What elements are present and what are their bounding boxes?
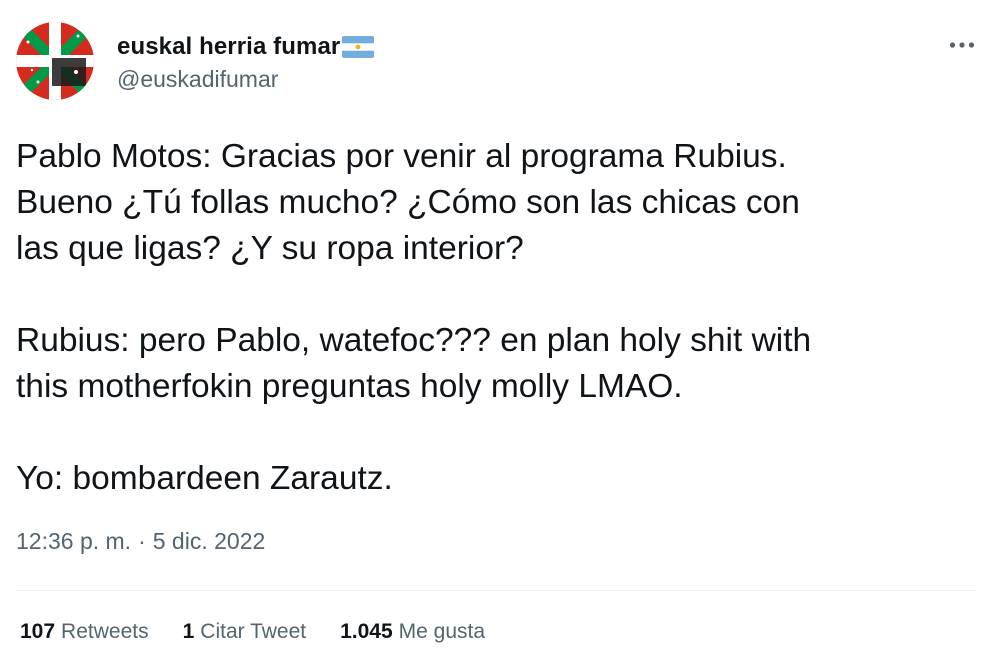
quotes-stat[interactable]: 1 Citar Tweet bbox=[183, 620, 307, 644]
more-options-button[interactable] bbox=[942, 30, 982, 60]
retweets-stat[interactable]: 107 Retweets bbox=[20, 620, 149, 644]
display-name[interactable]: euskal herria fumar bbox=[117, 33, 340, 61]
tweet-date[interactable]: 5 dic. 2022 bbox=[153, 528, 266, 555]
divider bbox=[16, 590, 976, 591]
retweets-count: 107 bbox=[20, 620, 56, 643]
likes-stat[interactable]: 1.045 Me gusta bbox=[340, 620, 485, 644]
tweet-time[interactable]: 12:36 p. m. bbox=[16, 528, 131, 555]
avatar[interactable] bbox=[16, 22, 94, 100]
quotes-label: Citar Tweet bbox=[200, 620, 307, 643]
quotes-count: 1 bbox=[182, 620, 195, 643]
argentina-flag-icon bbox=[342, 36, 375, 58]
likes-count: 1.045 bbox=[340, 620, 393, 643]
timestamp-separator: · bbox=[138, 528, 146, 554]
tweet-paragraph: Rubius: pero Pablo, watefoc??? en plan h… bbox=[16, 322, 812, 405]
retweets-label: Retweets bbox=[61, 620, 149, 643]
ikurrina-avatar-icon bbox=[16, 22, 94, 100]
display-name-row: euskal herria fumar bbox=[117, 30, 375, 64]
user-handle[interactable]: @euskadifumar bbox=[117, 66, 278, 93]
engagement-stats: 107 Retweets 1 Citar Tweet 1.045 Me gust… bbox=[20, 620, 519, 644]
likes-label: Me gusta bbox=[398, 620, 486, 643]
tweet-card: euskal herria fumar @euskadifumar Pablo … bbox=[0, 0, 990, 662]
more-dots-icon bbox=[949, 42, 975, 48]
tweet-text: Pablo Motos: Gracias por venir al progra… bbox=[16, 134, 976, 502]
tweet-paragraph: Pablo Motos: Gracias por venir al progra… bbox=[16, 138, 800, 267]
tweet-timestamp[interactable]: 12:36 p. m. · 5 dic. 2022 bbox=[16, 528, 265, 555]
tweet-paragraph: Yo: bombardeen Zarautz. bbox=[16, 460, 393, 497]
